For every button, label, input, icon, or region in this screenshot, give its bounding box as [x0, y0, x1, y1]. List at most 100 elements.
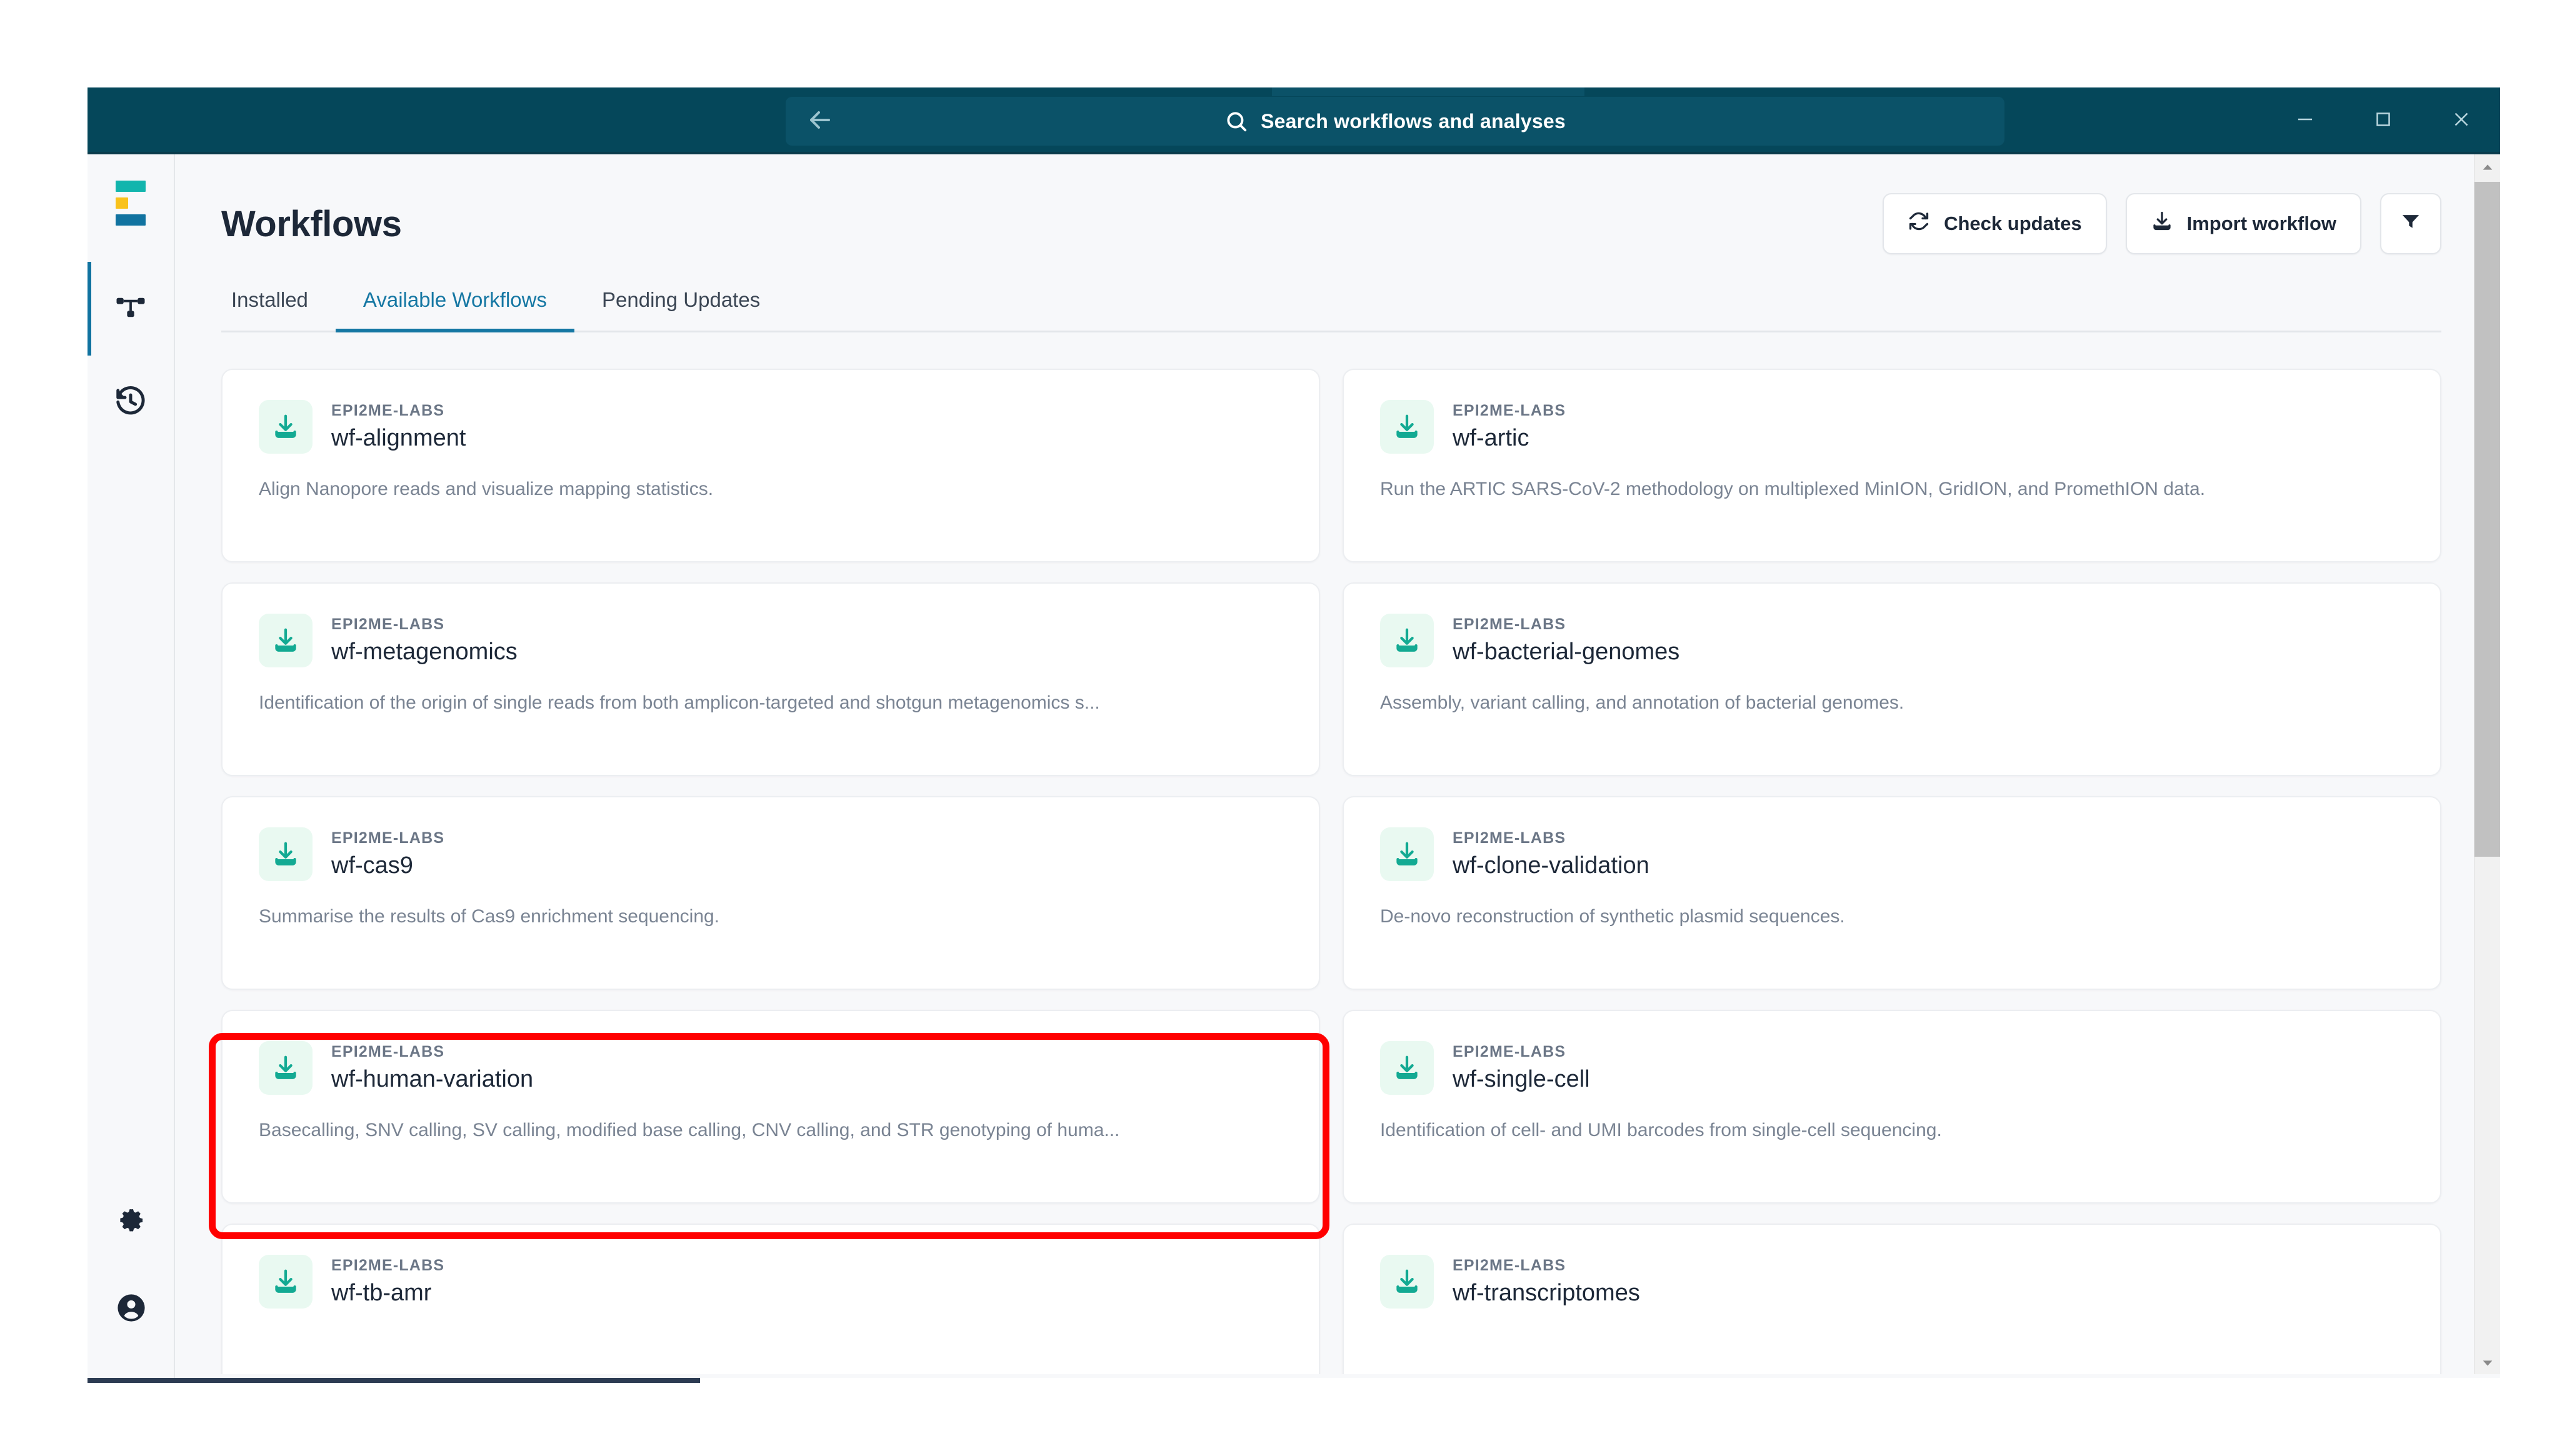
- card-workflow-name: wf-artic: [1453, 425, 1529, 451]
- card-workflow-name: wf-metagenomics: [331, 639, 518, 665]
- scrollbar-up-button[interactable]: [2474, 154, 2500, 182]
- close-button[interactable]: [2422, 87, 2500, 154]
- card-workflow-name: wf-alignment: [331, 425, 466, 451]
- title-bar: Search workflows and analyses: [88, 87, 2500, 154]
- workflow-card-wf-metagenomics[interactable]: EPI2ME-LABS wf-metagenomics Identification…: [221, 582, 1320, 776]
- card-description: Identification of cell- and UMI barcodes…: [1380, 1120, 1942, 1140]
- card-header: EPI2ME-LABS wf-alignment: [259, 400, 1283, 454]
- card-workflow-name: wf-cas9: [331, 852, 413, 879]
- workflow-card-wf-alignment[interactable]: EPI2ME-LABS wf-alignment Align Nanopore re…: [221, 369, 1320, 562]
- search-input[interactable]: Search workflows and analyses: [854, 109, 1936, 133]
- main-content: Workflows Check updates Import workflow …: [175, 154, 2500, 1378]
- workflow-card-wf-transcriptomes[interactable]: EPI2ME-LABS wf-transcriptomes: [1343, 1224, 2441, 1378]
- card-header: EPI2ME-LABS wf-tb-amr: [259, 1255, 1283, 1309]
- card-titles: EPI2ME-LABS wf-metagenomics: [331, 616, 518, 666]
- card-workflow-name: wf-tb-amr: [331, 1280, 432, 1306]
- card-header: EPI2ME-LABS wf-bacterial-genomes: [1380, 614, 2404, 667]
- card-description: Assembly, variant calling, and annotatio…: [1380, 692, 1904, 713]
- card-header: EPI2ME-LABS wf-transcriptomes: [1380, 1255, 2404, 1309]
- card-vendor: EPI2ME-LABS: [331, 829, 445, 847]
- card-description: Basecalling, SNV calling, SV calling, mo…: [259, 1120, 1120, 1140]
- minimize-button[interactable]: [2266, 87, 2344, 154]
- window-controls: [2266, 87, 2500, 154]
- header-actions: Check updates Import workflow: [1883, 193, 2441, 254]
- card-titles: EPI2ME-LABS wf-tb-amr: [331, 1257, 444, 1307]
- gear-icon: [114, 1204, 148, 1240]
- refresh-icon: [1908, 210, 1930, 237]
- scrollbar-thumb[interactable]: [2474, 182, 2500, 857]
- history-clock-icon: [114, 384, 148, 421]
- window-bottom-accent: [88, 1378, 700, 1383]
- card-header: EPI2ME-LABS wf-single-cell: [1380, 1041, 2404, 1095]
- workflow-card-wf-cas9[interactable]: EPI2ME-LABS wf-cas9 Summarise the results …: [221, 796, 1320, 990]
- card-header: EPI2ME-LABS wf-human-variation: [259, 1041, 1283, 1095]
- maximize-button[interactable]: [2344, 87, 2422, 154]
- card-description: Align Nanopore reads and visualize mappi…: [259, 479, 714, 499]
- sidebar-item-account[interactable]: [88, 1265, 175, 1353]
- tab-installed[interactable]: Installed: [221, 288, 336, 331]
- card-titles: EPI2ME-LABS wf-single-cell: [1453, 1043, 1590, 1093]
- card-titles: EPI2ME-LABS wf-artic: [1453, 402, 1566, 452]
- vertical-scrollbar[interactable]: [2474, 154, 2500, 1378]
- card-header: EPI2ME-LABS wf-metagenomics: [259, 614, 1283, 667]
- card-description: Summarise the results of Cas9 enrichment…: [259, 906, 720, 927]
- card-titles: EPI2ME-LABS wf-bacterial-genomes: [1453, 616, 1679, 666]
- back-button[interactable]: [786, 97, 854, 146]
- card-vendor: EPI2ME-LABS: [331, 616, 445, 633]
- card-vendor: EPI2ME-LABS: [1453, 829, 1566, 847]
- tab-available-workflows[interactable]: Available Workflows: [335, 288, 575, 332]
- filter-button[interactable]: [2380, 193, 2441, 254]
- card-description: Identification of the origin of single r…: [259, 692, 1100, 713]
- sidebar-item-history[interactable]: [88, 356, 174, 449]
- tab-label: Installed: [231, 288, 308, 311]
- minimize-icon: [2293, 107, 2317, 134]
- card-titles: EPI2ME-LABS wf-transcriptomes: [1453, 1257, 1640, 1307]
- card-vendor: EPI2ME-LABS: [1453, 616, 1566, 633]
- window-body: Workflows Check updates Import workflow …: [88, 154, 2500, 1378]
- workflow-card-wf-artic[interactable]: EPI2ME-LABS wf-artic Run the ARTIC SARS-Co…: [1343, 369, 2441, 562]
- card-vendor: EPI2ME-LABS: [1453, 402, 1566, 419]
- titlebar-search-container[interactable]: Search workflows and analyses: [786, 97, 2004, 146]
- application-window: Search workflows and analyses Workflows …: [88, 87, 2500, 1378]
- card-vendor: EPI2ME-LABS: [1453, 1043, 1566, 1060]
- card-titles: EPI2ME-LABS wf-clone-validation: [1453, 829, 1649, 879]
- workflow-card-wf-tb-amr[interactable]: EPI2ME-LABS wf-tb-amr: [221, 1224, 1320, 1378]
- tab-bar: Installed Available Workflows Pending Upda…: [221, 288, 2441, 332]
- download-icon: [1380, 1255, 1434, 1309]
- close-icon: [2449, 107, 2473, 134]
- filter-funnel-icon: [2399, 210, 2422, 237]
- maximize-icon: [2371, 107, 2395, 134]
- card-titles: EPI2ME-LABS wf-alignment: [331, 402, 466, 452]
- tab-pending-updates[interactable]: Pending Updates: [574, 288, 788, 331]
- workflow-card-grid: EPI2ME-LABS wf-alignment Align Nanopore re…: [221, 369, 2441, 1378]
- card-workflow-name: wf-single-cell: [1453, 1066, 1590, 1092]
- check-updates-button[interactable]: Check updates: [1883, 193, 2107, 254]
- card-titles: EPI2ME-LABS wf-cas9: [331, 829, 444, 879]
- sidebar: [88, 154, 175, 1378]
- card-vendor: EPI2ME-LABS: [1453, 1257, 1566, 1274]
- card-description: Run the ARTIC SARS-CoV-2 methodology on …: [1380, 479, 2206, 499]
- card-header: EPI2ME-LABS wf-clone-validation: [1380, 827, 2404, 881]
- workflow-card-wf-human-variation[interactable]: EPI2ME-LABS wf-human-variation Basecalling…: [221, 1010, 1320, 1204]
- epi2me-logo: [116, 181, 146, 226]
- search-icon: [1224, 109, 1248, 133]
- download-icon: [1380, 827, 1434, 881]
- import-workflow-button[interactable]: Import workflow: [2125, 193, 2361, 254]
- card-vendor: EPI2ME-LABS: [331, 1257, 445, 1274]
- download-icon: [1380, 614, 1434, 667]
- card-description: De-novo reconstruction of synthetic plas…: [1380, 906, 1845, 927]
- card-titles: EPI2ME-LABS wf-human-variation: [331, 1043, 533, 1093]
- sidebar-item-settings[interactable]: [88, 1178, 175, 1265]
- workflow-card-wf-clone-validation[interactable]: EPI2ME-LABS wf-clone-validation De-novo re…: [1343, 796, 2441, 990]
- card-header: EPI2ME-LABS wf-cas9: [259, 827, 1283, 881]
- card-workflow-name: wf-human-variation: [331, 1066, 534, 1092]
- workflow-card-wf-single-cell[interactable]: EPI2ME-LABS wf-single-cell Identification …: [1343, 1010, 2441, 1204]
- sidebar-item-workflows[interactable]: [88, 262, 174, 356]
- chevron-up-icon: [2481, 160, 2494, 177]
- download-icon: [2151, 210, 2173, 237]
- download-icon: [259, 614, 313, 667]
- workflow-card-wf-bacterial-genomes[interactable]: EPI2ME-LABS wf-bacterial-genomes Assembly,…: [1343, 582, 2441, 776]
- chevron-down-icon: [2481, 1356, 2494, 1373]
- page-title: Workflows: [221, 203, 402, 244]
- scrollbar-track[interactable]: [2474, 182, 2500, 1350]
